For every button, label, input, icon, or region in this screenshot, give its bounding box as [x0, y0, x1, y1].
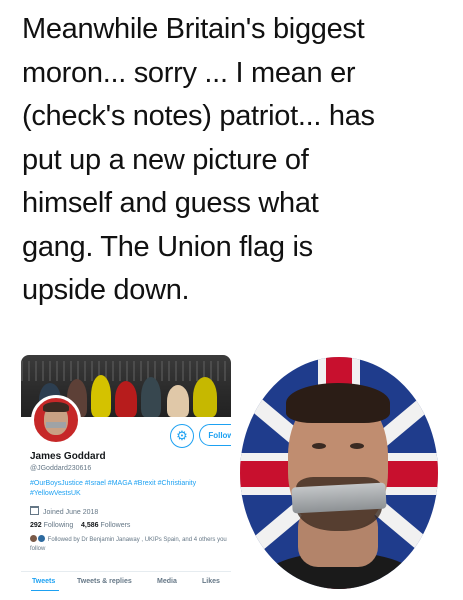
- profile-name: James Goddard: [30, 451, 106, 462]
- profile-bio-hashtags[interactable]: #OurBoysJustice #Israel #MAGA #Brexit #C…: [30, 479, 230, 499]
- tab-media[interactable]: Media: [157, 578, 177, 585]
- profile-screenshot: ⚙ Follow James Goddard @JGoddard230616 #…: [21, 355, 231, 591]
- avatar[interactable]: [31, 395, 81, 445]
- follower-avatar: [38, 535, 45, 542]
- tweet-line: himself and guess what: [22, 187, 319, 219]
- tweet-line: Meanwhile Britain's biggest: [22, 13, 365, 45]
- profile-handle: @JGoddard230616: [30, 465, 92, 472]
- settings-button[interactable]: ⚙: [170, 424, 194, 448]
- tab-likes[interactable]: Likes: [202, 578, 220, 585]
- tab-tweets[interactable]: Tweets: [32, 578, 55, 585]
- tweet-line: moron... sorry ... I mean er: [22, 56, 356, 89]
- following-count[interactable]: 292: [30, 522, 42, 529]
- active-tab-indicator: [31, 590, 59, 591]
- tweet-line: gang. The Union flag is: [22, 230, 313, 263]
- follow-stats: 292 Following 4,586 Followers: [30, 522, 130, 529]
- followers-count[interactable]: 4,586: [81, 522, 99, 529]
- joined-date: Joined June 2018: [30, 506, 98, 516]
- tweet-line: upside down.: [22, 274, 190, 306]
- profile-tabs: Tweets Tweets & replies Media Likes: [21, 571, 231, 591]
- calendar-icon: [30, 506, 39, 515]
- tape-over-mouth: [291, 482, 387, 514]
- tweet-line: put up a new picture of: [22, 143, 309, 176]
- tab-tweets-replies[interactable]: Tweets & replies: [77, 578, 132, 585]
- follow-button[interactable]: Follow: [199, 424, 231, 446]
- tweet-line: (check's notes) patriot... has: [22, 100, 375, 132]
- tweet-text: Meanwhile Britain's biggest moron... sor…: [22, 8, 452, 313]
- gear-icon: ⚙: [176, 428, 188, 443]
- follower-avatar: [30, 535, 37, 542]
- profile-photo-zoomed: [240, 357, 438, 589]
- followed-by[interactable]: Followed by Dr Benjamin Janaway , UKIPs …: [30, 535, 230, 554]
- following-label[interactable]: Following: [44, 522, 74, 529]
- followers-label[interactable]: Followers: [100, 522, 130, 529]
